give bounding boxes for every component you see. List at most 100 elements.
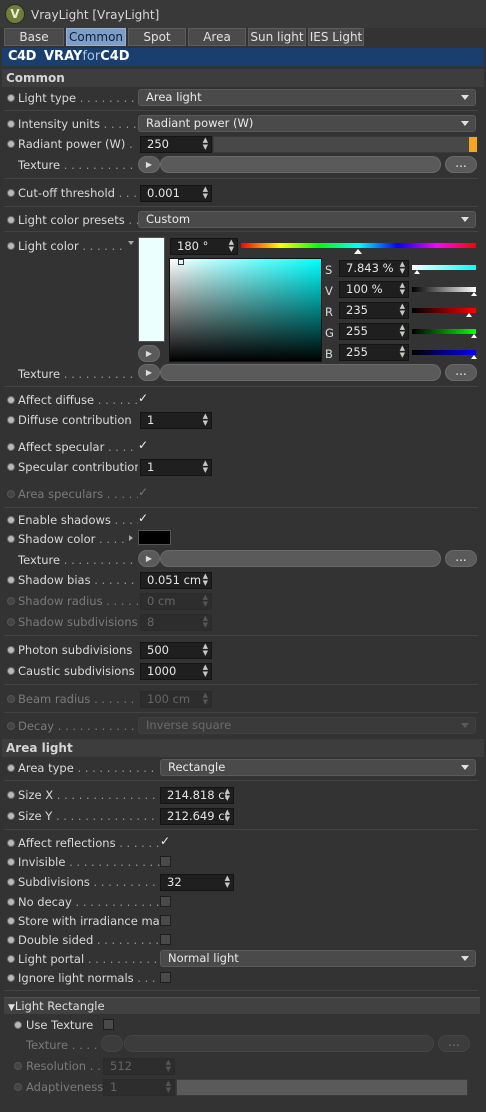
spinner-arrows-icon[interactable]: ▲ ▼ xyxy=(203,664,208,678)
shadow-color-swatch[interactable] xyxy=(138,530,171,545)
param-dot[interactable] xyxy=(7,839,15,847)
channel-r-handle[interactable] xyxy=(466,313,472,317)
enable-shadows-checkbox[interactable]: ✓ xyxy=(138,512,150,524)
light-color-swatch[interactable] xyxy=(138,237,165,342)
param-dot[interactable] xyxy=(7,416,15,424)
param-dot[interactable] xyxy=(7,858,15,866)
intensity-units-dropdown[interactable]: Radiant power (W) xyxy=(138,115,476,132)
tab-area-light[interactable]: Area light xyxy=(188,28,246,61)
spinner-arrows-icon[interactable]: ▲ ▼ xyxy=(400,324,405,338)
spinner-arrows-icon[interactable]: ▲ ▼ xyxy=(225,788,230,802)
diffuse-contribution-input[interactable]: 1 ▲ ▼ xyxy=(140,412,212,429)
hue-slider[interactable] xyxy=(241,243,476,248)
spinner-arrows-icon[interactable]: ▲ ▼ xyxy=(400,261,405,275)
affect-specular-checkbox[interactable]: ✓ xyxy=(138,439,150,451)
param-dot[interactable] xyxy=(7,242,15,250)
param-dot[interactable] xyxy=(7,812,15,820)
spinner-arrows-icon[interactable]: ▲ ▼ xyxy=(203,413,208,427)
texture-browse-button[interactable]: ... xyxy=(445,364,477,381)
param-dot[interactable] xyxy=(7,791,15,799)
texture-link-field[interactable] xyxy=(160,550,441,567)
radiant-power-input[interactable]: 250 ▲ ▼ xyxy=(140,136,212,153)
expand-arrow-icon[interactable] xyxy=(129,535,133,541)
color-presets-dropdown[interactable]: Custom xyxy=(138,211,476,228)
param-dot[interactable] xyxy=(7,936,15,944)
ignore-normals-checkbox[interactable] xyxy=(160,972,171,983)
size-x-input[interactable]: 214.818 cı ▲ ▼ xyxy=(160,787,234,804)
light-type-dropdown[interactable]: Area light xyxy=(138,89,476,106)
channel-b-handle[interactable] xyxy=(471,355,477,359)
texture-play-button[interactable]: ▶ xyxy=(138,156,160,173)
slider-handle[interactable] xyxy=(469,137,477,152)
light-rectangle-group-header[interactable]: ▼Light Rectangle xyxy=(4,997,480,1014)
spinner-arrows-icon[interactable]: ▲ ▼ xyxy=(225,809,230,823)
area-type-dropdown[interactable]: Rectangle xyxy=(160,759,476,776)
hue-input[interactable]: 180 ° ▲ ▼ xyxy=(170,238,238,255)
texture-play-button[interactable]: ▶ xyxy=(138,364,160,381)
texture-browse-button[interactable]: ... xyxy=(445,156,477,173)
channel-s-input[interactable]: 7.843 % ▲ ▼ xyxy=(339,260,409,277)
channel-r-input[interactable]: 235 ▲ ▼ xyxy=(339,302,409,319)
param-dot[interactable] xyxy=(7,120,15,128)
color-options-button[interactable]: ▶ xyxy=(138,345,160,362)
spinner-arrows-icon[interactable]: ▲ ▼ xyxy=(203,186,208,200)
photon-subdivisions-input[interactable]: 500 ▲ ▼ xyxy=(140,642,212,659)
tab-common[interactable]: Common xyxy=(66,28,126,46)
saturation-value-picker[interactable] xyxy=(169,258,322,362)
param-dot[interactable] xyxy=(7,955,15,963)
channel-g-handle[interactable] xyxy=(471,334,477,338)
specular-contribution-input[interactable]: 1 ▲ ▼ xyxy=(140,459,212,476)
tab-ies-light[interactable]: IES Light xyxy=(308,28,364,46)
param-dot[interactable] xyxy=(7,974,15,982)
collapse-arrow-icon[interactable]: ▼ xyxy=(8,1003,15,1013)
spinner-arrows-icon[interactable]: ▲ ▼ xyxy=(203,460,208,474)
affect-diffuse-checkbox[interactable]: ✓ xyxy=(138,392,150,404)
channel-g-bar[interactable] xyxy=(412,329,476,334)
spinner-arrows-icon[interactable]: ▲ ▼ xyxy=(400,345,405,359)
cutoff-input[interactable]: 0.001 ▲ ▼ xyxy=(140,185,212,202)
param-dot[interactable] xyxy=(7,576,15,584)
use-texture-checkbox[interactable] xyxy=(103,1019,114,1030)
affect-reflections-checkbox[interactable]: ✓ xyxy=(160,835,172,847)
texture-play-button[interactable]: ▶ xyxy=(138,550,160,567)
channel-b-bar[interactable] xyxy=(412,350,476,355)
param-dot[interactable] xyxy=(14,1021,22,1029)
texture-link-field[interactable] xyxy=(160,156,441,173)
channel-s-handle[interactable] xyxy=(414,270,420,274)
param-dot[interactable] xyxy=(7,516,15,524)
light-portal-dropdown[interactable]: Normal light xyxy=(160,950,476,967)
param-dot[interactable] xyxy=(7,94,15,102)
param-dot[interactable] xyxy=(7,140,15,148)
expand-arrow-icon[interactable] xyxy=(128,241,134,245)
param-dot[interactable] xyxy=(7,396,15,404)
hue-handle[interactable] xyxy=(354,249,362,254)
channel-g-input[interactable]: 255 ▲ ▼ xyxy=(339,323,409,340)
channel-b-input[interactable]: 255 ▲ ▼ xyxy=(339,344,409,361)
shadow-bias-input[interactable]: 0.051 cm ▲ ▼ xyxy=(140,572,212,589)
subdivisions-input[interactable]: 32 ▲ ▼ xyxy=(160,874,234,891)
channel-v-input[interactable]: 100 % ▲ ▼ xyxy=(339,281,409,298)
param-dot[interactable] xyxy=(7,878,15,886)
texture-browse-button[interactable]: ... xyxy=(445,550,477,567)
param-dot[interactable] xyxy=(7,917,15,925)
tab-spot-light[interactable]: Spot light xyxy=(128,28,186,61)
param-dot[interactable] xyxy=(7,463,15,471)
spinner-arrows-icon[interactable]: ▲ ▼ xyxy=(400,282,405,296)
param-dot[interactable] xyxy=(7,443,15,451)
spinner-arrows-icon[interactable]: ▲ ▼ xyxy=(225,875,230,889)
spinner-arrows-icon[interactable]: ▲ ▼ xyxy=(400,303,405,317)
caustic-subdivisions-input[interactable]: 1000 ▲ ▼ xyxy=(140,663,212,680)
param-dot[interactable] xyxy=(7,189,15,197)
double-sided-checkbox[interactable] xyxy=(160,934,171,945)
channel-v-bar[interactable] xyxy=(412,287,476,292)
channel-s-bar[interactable] xyxy=(412,265,476,270)
param-dot[interactable] xyxy=(7,667,15,675)
param-dot[interactable] xyxy=(7,764,15,772)
size-y-input[interactable]: 212.649 cı ▲ ▼ xyxy=(160,808,234,825)
param-dot[interactable] xyxy=(7,646,15,654)
store-irradiance-checkbox[interactable] xyxy=(160,915,171,926)
picker-crosshair[interactable] xyxy=(178,259,184,265)
param-dot[interactable] xyxy=(7,535,15,543)
no-decay-checkbox[interactable] xyxy=(160,896,171,907)
param-dot[interactable] xyxy=(7,898,15,906)
